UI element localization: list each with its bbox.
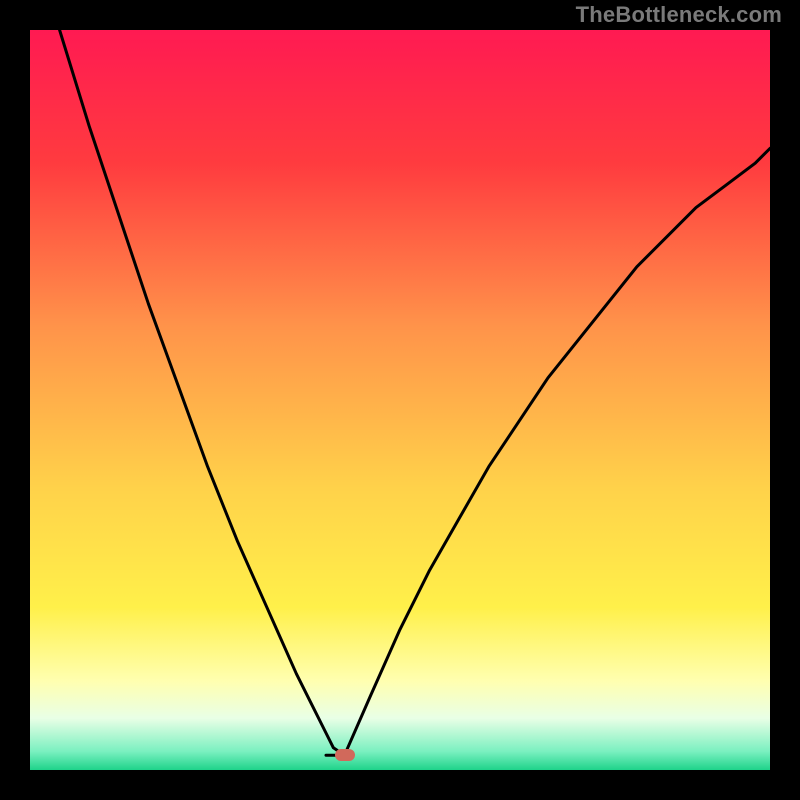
optimum-marker-icon: [335, 749, 355, 761]
chart-frame: TheBottleneck.com: [0, 0, 800, 800]
gradient-background: [30, 30, 770, 770]
watermark-text: TheBottleneck.com: [576, 2, 782, 28]
chart-svg: [30, 30, 770, 770]
plot-area: [30, 30, 770, 770]
